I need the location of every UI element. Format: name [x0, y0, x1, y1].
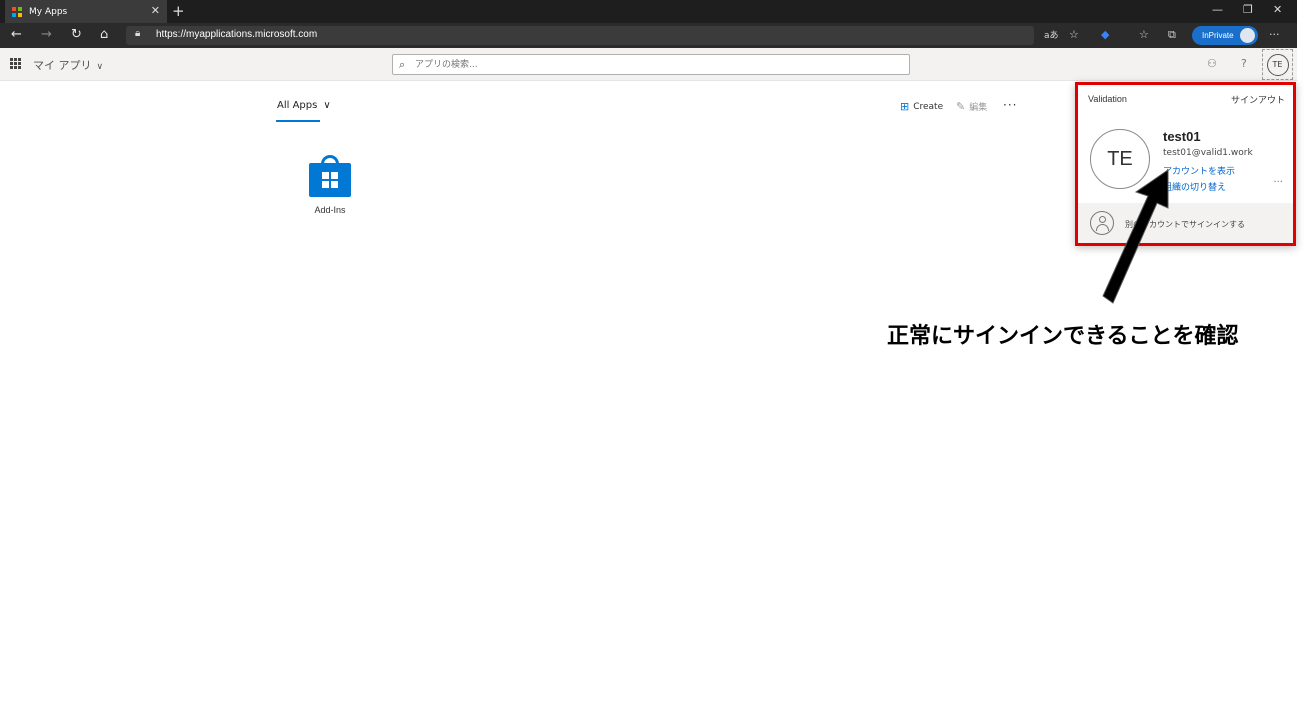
minimize-button[interactable]: — — [1212, 3, 1223, 16]
pencil-icon: ✎ — [956, 100, 966, 113]
back-icon[interactable]: ← — [11, 27, 22, 42]
collections-icon[interactable]: ⧉ — [1168, 28, 1176, 42]
other-account-label: 別のアカウントでサインインする — [1125, 220, 1245, 229]
app-name: マイ アプリ — [33, 59, 92, 72]
avatar-initials: TE — [1266, 53, 1289, 76]
add-favorite-icon[interactable]: ☆ — [1069, 28, 1079, 41]
tab-title: My Apps — [29, 6, 68, 17]
tab-close-icon[interactable]: ✕ — [151, 4, 160, 17]
help-icon[interactable]: ? — [1241, 57, 1247, 70]
new-tab-button[interactable]: + — [172, 2, 185, 20]
app-launcher-icon[interactable] — [10, 58, 21, 69]
edit-label: 編集 — [969, 103, 988, 113]
view-account-link[interactable]: アカウントを表示 — [1163, 164, 1235, 177]
search-icon: ⌕ — [399, 58, 406, 71]
add-person-icon — [1090, 211, 1114, 235]
app-name-menu[interactable]: マイ アプリ ∨ — [33, 57, 103, 73]
chevron-down-icon: ∨ — [96, 62, 104, 72]
favorites-icon[interactable]: ☆ — [1139, 28, 1149, 41]
search-box[interactable]: ⌕ — [392, 54, 910, 75]
more-options-button[interactable]: ··· — [1003, 98, 1017, 112]
browser-tab-strip: My Apps ✕ + — ❐ ✕ — [0, 0, 1297, 23]
account-initials: TE — [1107, 147, 1133, 170]
settings-more-icon[interactable]: ··· — [1269, 28, 1280, 41]
annotation-caption: 正常にサインインできることを確認 — [887, 324, 1239, 349]
address-bar[interactable]: 🔒︎ https://myapplications.microsoft.com — [126, 26, 1034, 45]
url-text: https://myapplications.microsoft.com — [156, 29, 318, 40]
read-aloud-icon[interactable]: aあ — [1044, 28, 1059, 41]
create-icon: ⊞ — [900, 100, 910, 113]
refresh-icon[interactable]: ↻ — [71, 27, 82, 42]
active-collection-underline — [276, 120, 320, 122]
close-window-button[interactable]: ✕ — [1273, 3, 1282, 16]
profile-avatar — [1240, 28, 1255, 43]
search-input[interactable] — [415, 57, 895, 72]
app-tile-label: Add-Ins — [314, 205, 346, 215]
sign-out-link[interactable]: サインアウト — [1231, 93, 1285, 106]
browser-toolbar: ← → ↻ ⌂ 🔒︎ https://myapplications.micros… — [0, 23, 1297, 48]
extension-icon[interactable]: ◆ — [1101, 28, 1109, 41]
browser-tab[interactable]: My Apps ✕ — [5, 0, 167, 23]
account-avatar: TE — [1090, 129, 1150, 189]
org-chart-icon[interactable]: ⚇ — [1207, 57, 1217, 70]
create-button[interactable]: ⊞ Create — [900, 100, 943, 113]
account-avatar-button[interactable]: TE — [1262, 49, 1293, 80]
lock-icon: 🔒︎ — [135, 28, 141, 39]
forward-icon[interactable]: → — [41, 27, 52, 42]
home-icon[interactable]: ⌂ — [100, 27, 108, 42]
collection-label: All Apps — [277, 100, 318, 111]
chevron-down-icon: ∨ — [323, 100, 331, 111]
inprivate-badge[interactable]: InPrivate — [1192, 26, 1258, 45]
collection-selector[interactable]: All Apps ∨ — [277, 100, 331, 111]
switch-organization-link[interactable]: 組織の切り替え — [1163, 180, 1226, 193]
inprivate-label: InPrivate — [1202, 31, 1234, 40]
app-header: マイ アプリ ∨ ⌕ ⚇ ? — [0, 48, 1297, 81]
microsoft-logo-icon — [12, 6, 22, 17]
app-tile-add-ins[interactable]: Add-Ins — [300, 155, 360, 215]
edit-button[interactable]: ✎ 編集 — [956, 100, 987, 113]
account-email: test01@valid1.work — [1163, 148, 1253, 158]
create-label: Create — [913, 101, 944, 112]
sign-in-other-account[interactable]: 別のアカウントでサインインする — [1078, 203, 1293, 243]
store-bag-icon — [309, 155, 351, 197]
account-flyout: Validation サインアウト TE test01 test01@valid… — [1075, 82, 1296, 246]
account-more-button[interactable]: ··· — [1273, 177, 1283, 188]
restore-button[interactable]: ❐ — [1243, 3, 1253, 16]
account-display-name: test01 — [1163, 129, 1201, 144]
organization-name: Validation — [1088, 94, 1127, 104]
